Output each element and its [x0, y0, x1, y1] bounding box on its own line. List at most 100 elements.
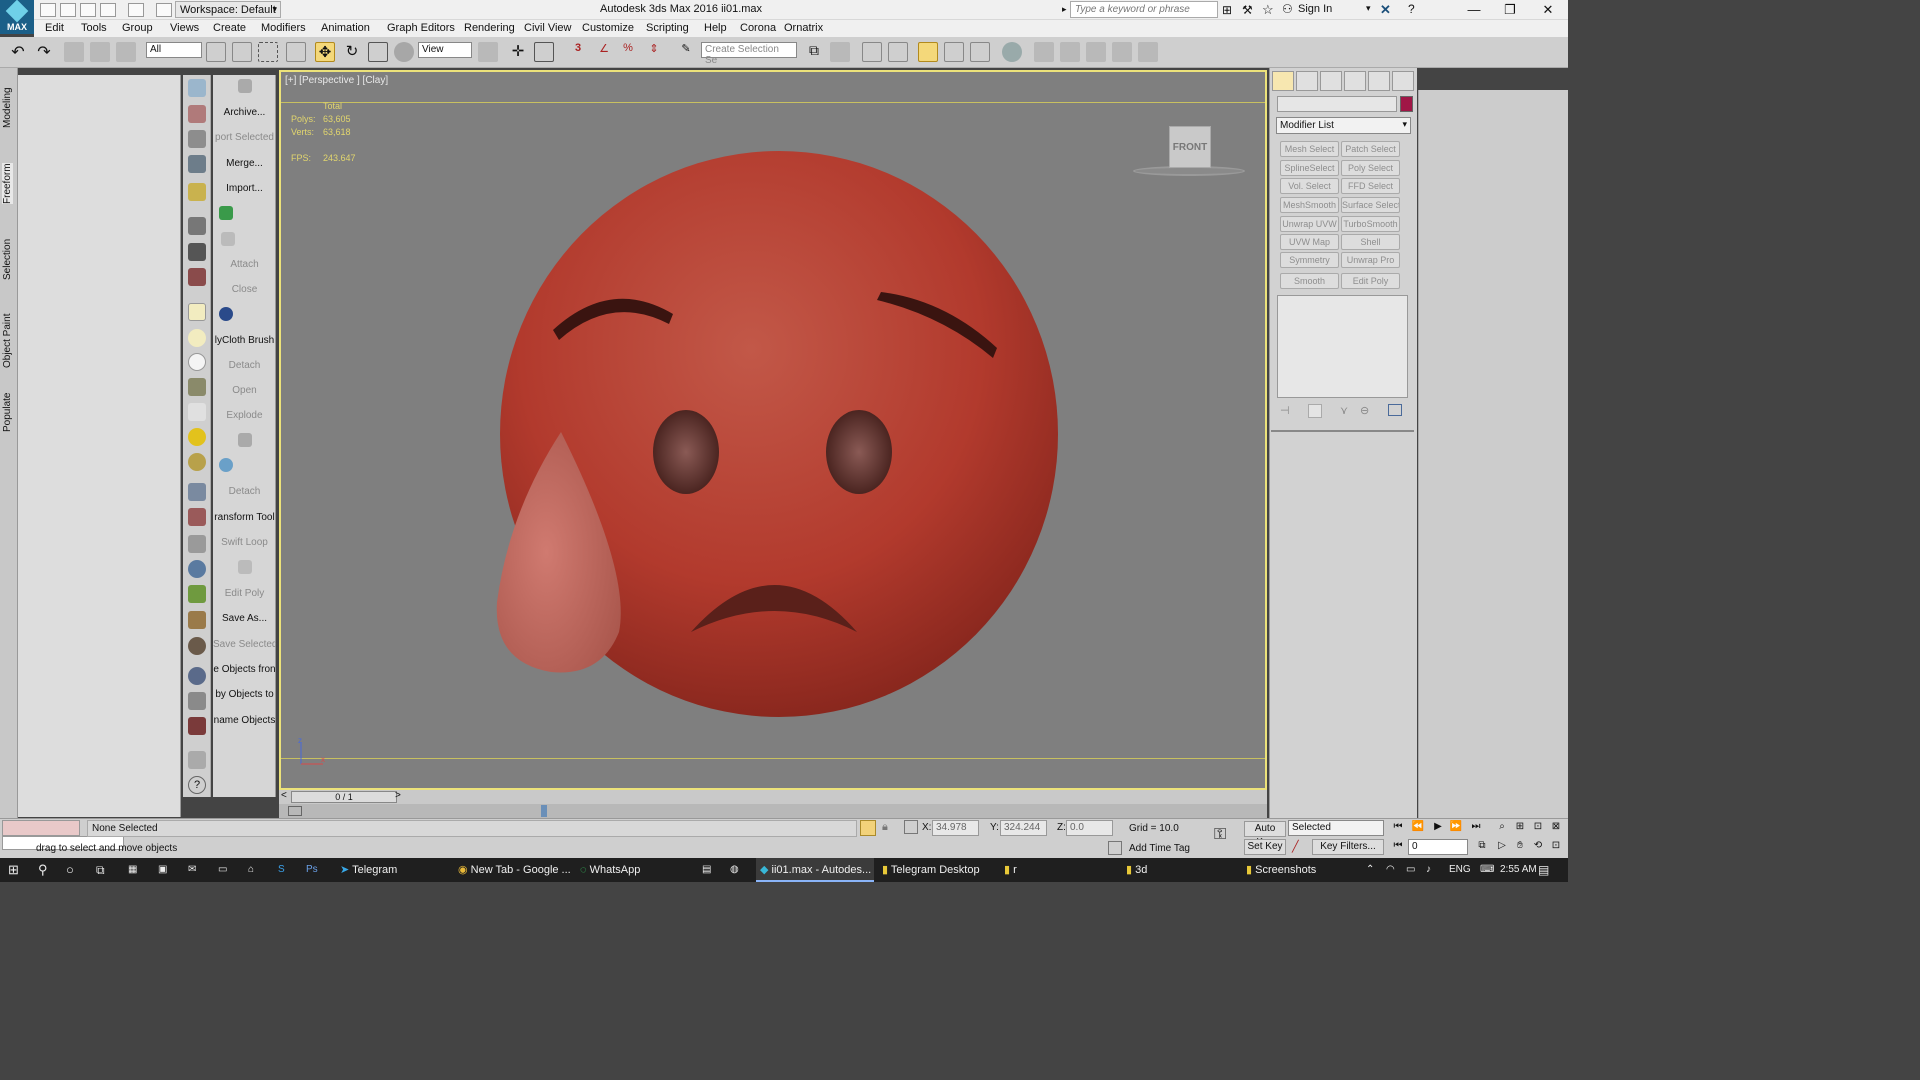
detach-button-2[interactable]: Detach: [213, 482, 276, 502]
render-setup-icon[interactable]: [1034, 42, 1054, 62]
search-expand-icon[interactable]: ▸: [1062, 4, 1067, 15]
tab-freeform[interactable]: Freeform: [2, 163, 13, 204]
create-tab-icon[interactable]: [1272, 71, 1294, 91]
y-coordinate-field[interactable]: 324.244: [1000, 820, 1047, 836]
unwrap-uvw-button[interactable]: Unwrap UVW: [1280, 216, 1339, 232]
shield-icon[interactable]: [213, 431, 276, 451]
grid-icon[interactable]: [188, 155, 206, 173]
a360-render-icon[interactable]: [1138, 42, 1158, 62]
menu-group[interactable]: Group: [122, 22, 153, 34]
green-box-icon[interactable]: [213, 204, 276, 224]
rename-objects-button[interactable]: name Objects: [213, 711, 276, 731]
material-sphere-icon[interactable]: [188, 667, 206, 685]
ribbon-toggle-icon[interactable]: [918, 42, 938, 62]
named-selection-dropdown[interactable]: Create Selection Se: [701, 42, 797, 66]
next-key-icon[interactable]: ⏩: [1448, 821, 1464, 835]
chevron-down-icon[interactable]: ▾: [1366, 3, 1371, 14]
list-icon[interactable]: [188, 130, 206, 148]
tray-chevron-icon[interactable]: ⌃: [1366, 858, 1374, 882]
windows-start-icon[interactable]: ⊞: [8, 858, 19, 882]
tab-object-paint[interactable]: Object Paint: [2, 314, 13, 368]
select-object-icon[interactable]: [206, 42, 226, 62]
align-icon[interactable]: [830, 42, 850, 62]
explode-button[interactable]: Explode: [213, 406, 276, 426]
rectangle-selection-icon[interactable]: [258, 42, 278, 62]
sun-icon[interactable]: [188, 428, 206, 446]
patch-select-button[interactable]: Patch Select: [1341, 141, 1400, 157]
shield-icon[interactable]: [213, 77, 276, 97]
move-icon[interactable]: ✥: [315, 42, 335, 62]
menu-rendering[interactable]: Rendering: [464, 22, 515, 34]
merge-button[interactable]: Merge...: [213, 154, 276, 174]
menu-ornatrix[interactable]: Ornatrix: [784, 22, 823, 34]
curve-editor-icon[interactable]: [944, 42, 964, 62]
key-set-dropdown[interactable]: Selected: [1288, 820, 1384, 836]
tab-selection[interactable]: Selection: [2, 239, 13, 280]
next-frame-button[interactable]: >: [395, 790, 401, 801]
globe-icon[interactable]: [188, 560, 206, 578]
symmetry-button[interactable]: Symmetry: [1280, 252, 1339, 268]
volume-icon[interactable]: ♪: [1426, 858, 1431, 882]
dots-icon[interactable]: [213, 456, 276, 476]
select-manipulate-icon[interactable]: ✛: [508, 42, 528, 62]
key-mode-icon[interactable]: ⏮: [1390, 840, 1406, 854]
star-icon[interactable]: ☆: [1262, 2, 1274, 18]
angle-snap-icon[interactable]: ∠: [594, 42, 614, 62]
zoom-extents-icon[interactable]: ⊡: [1530, 821, 1546, 835]
window-crossing-icon[interactable]: [286, 42, 306, 62]
play-icon[interactable]: ▶: [1430, 821, 1446, 835]
redo-icon[interactable]: ↷: [34, 42, 54, 62]
qr-icon[interactable]: [213, 305, 276, 325]
undo-icon[interactable]: ↶: [8, 42, 28, 62]
prev-frame-button[interactable]: <: [281, 790, 287, 801]
go-to-end-icon[interactable]: ⏭: [1468, 821, 1484, 835]
auto-key-button[interactable]: Auto Key: [1244, 821, 1286, 848]
battery-icon[interactable]: ▭: [1406, 858, 1415, 882]
taskbar-item-telegram[interactable]: ➤ Telegram: [334, 858, 452, 882]
edit-named-selections-icon[interactable]: ✎: [676, 42, 696, 62]
search-input[interactable]: Type a keyword or phrase: [1070, 1, 1218, 18]
link-icon[interactable]: [64, 42, 84, 62]
disc-icon[interactable]: [188, 329, 206, 347]
clock[interactable]: 2:55 AM: [1500, 858, 1537, 882]
notifications-icon[interactable]: ▤: [1538, 858, 1549, 882]
pinned-app-icon[interactable]: ▤: [702, 858, 711, 882]
smooth-button[interactable]: Smooth: [1280, 273, 1339, 289]
keyboard-icon[interactable]: ⌨: [1480, 858, 1494, 882]
attach-button[interactable]: Attach: [213, 255, 276, 275]
menu-tools[interactable]: Tools: [81, 22, 107, 34]
plane-icon[interactable]: [188, 303, 206, 321]
taskbar-item-r[interactable]: ▮ r: [1000, 858, 1118, 882]
isolate-selection-icon[interactable]: [860, 820, 876, 836]
help-icon[interactable]: ?: [188, 776, 206, 794]
taskbar-item-whatsapp[interactable]: ◌ WhatsApp: [576, 858, 694, 882]
photoshop-icon[interactable]: Ps: [306, 858, 318, 882]
menu-edit[interactable]: Edit: [45, 22, 64, 34]
task-view-icon[interactable]: ⧉: [96, 858, 105, 882]
taskbar-item-chrome[interactable]: ◉ New Tab - Google ...: [454, 858, 572, 882]
remove-modifier-icon[interactable]: ⊖: [1360, 404, 1369, 417]
calculator-icon[interactable]: ▦: [128, 858, 137, 882]
sphere-icon[interactable]: [188, 353, 206, 371]
keyboard-shortcut-icon[interactable]: [534, 42, 554, 62]
clone-icon[interactable]: [188, 751, 206, 769]
detach-button[interactable]: Detach: [213, 356, 276, 376]
taskbar-item-3dsmax[interactable]: ◆ ii01.max - Autodes...: [756, 858, 874, 882]
meshsmooth-button[interactable]: MeshSmooth: [1280, 197, 1339, 213]
modifier-stack[interactable]: [1277, 295, 1408, 398]
track-marker[interactable]: [541, 805, 547, 817]
reference-coordinate-dropdown[interactable]: View: [418, 42, 472, 58]
surface-select-button[interactable]: Surface Select: [1341, 197, 1400, 213]
time-configuration-icon[interactable]: ⧉: [1474, 840, 1490, 854]
motion-tab-icon[interactable]: [1344, 71, 1366, 91]
redo-icon[interactable]: [128, 3, 144, 17]
search-icon[interactable]: ⚲: [38, 858, 48, 882]
light-bulb-icon[interactable]: [188, 183, 206, 201]
cylinder-icon[interactable]: [188, 378, 206, 396]
pipe-icon[interactable]: [188, 508, 206, 526]
binoculars-icon[interactable]: ⊞: [1222, 3, 1232, 17]
zoom-all-icon[interactable]: ⊞: [1512, 821, 1528, 835]
menu-views[interactable]: Views: [170, 22, 199, 34]
save-selected-button[interactable]: Save Selected: [213, 635, 276, 655]
menu-create[interactable]: Create: [213, 22, 246, 34]
